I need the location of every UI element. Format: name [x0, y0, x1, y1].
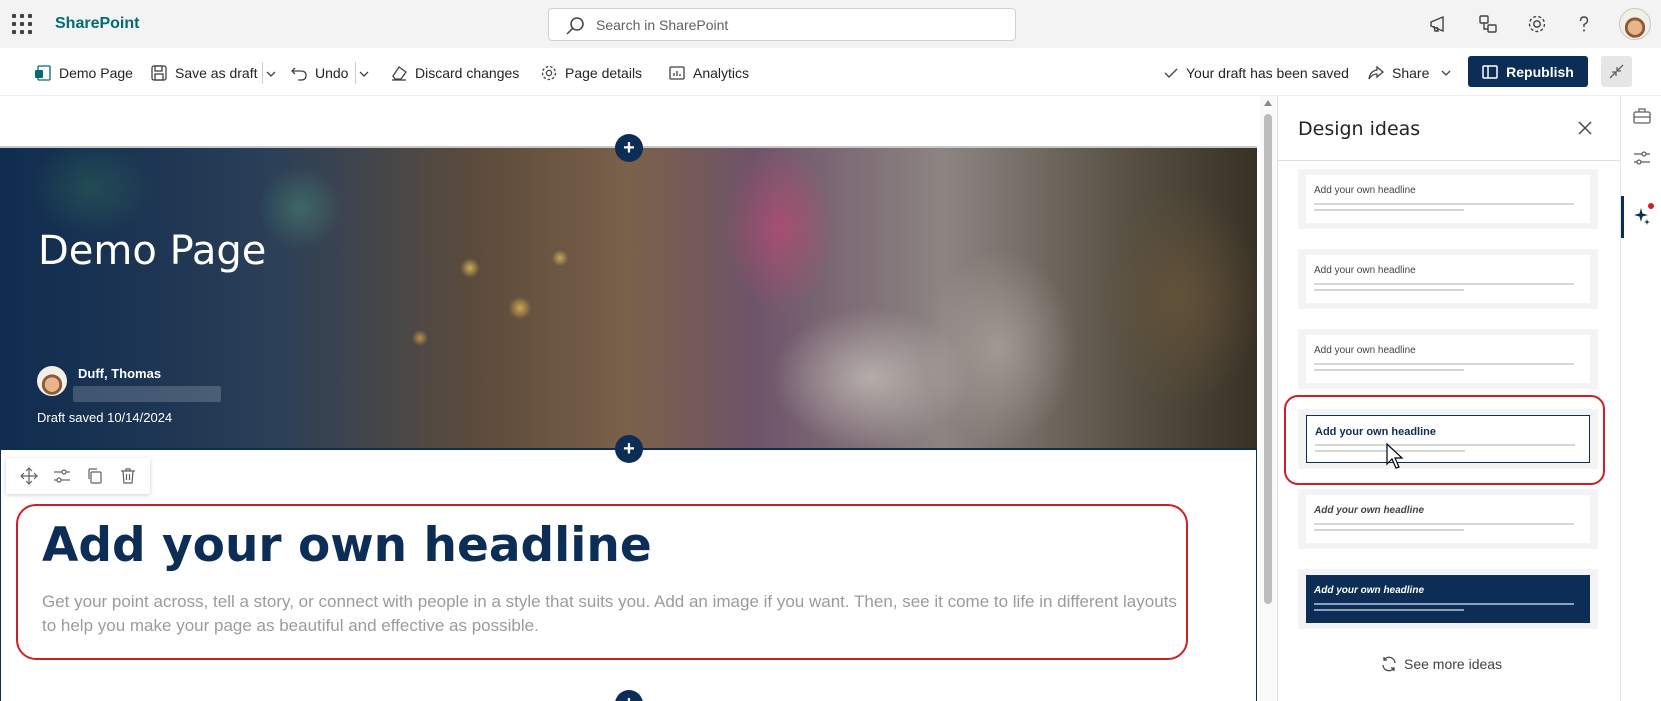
undo-button[interactable]: Undo: [290, 62, 348, 84]
design-idea-option[interactable]: Add your own headline: [1298, 489, 1598, 549]
mouse-cursor-icon: [1386, 442, 1404, 469]
analytics-icon: [669, 66, 685, 80]
app-name[interactable]: SharePoint: [55, 15, 139, 33]
undo-label: Undo: [315, 65, 349, 81]
search-icon: [566, 17, 584, 35]
app-launcher-icon[interactable]: [12, 14, 32, 34]
book-icon: [1482, 64, 1498, 79]
page-canvas: Demo Page Duff, Thomas Draft saved 10/14…: [0, 96, 1257, 701]
right-rail: [1620, 96, 1661, 701]
idea-headline: Add your own headline: [1314, 345, 1416, 356]
design-idea-option[interactable]: Add your own headline: [1298, 169, 1598, 229]
idea-headline: Add your own headline: [1314, 265, 1416, 276]
search-placeholder: Search in SharePoint: [596, 17, 729, 33]
page-name-button[interactable]: Demo Page: [34, 62, 133, 84]
design-idea-option[interactable]: Add your own headline: [1298, 249, 1598, 309]
text-web-part[interactable]: Add your own headline Get your point acr…: [16, 504, 1188, 660]
search-box[interactable]: Search in SharePoint: [548, 8, 1016, 41]
share-icon: [1368, 65, 1385, 80]
see-more-label: See more ideas: [1404, 656, 1503, 672]
command-bar: Demo Page Save as draft Undo Discard cha…: [0, 48, 1661, 96]
notification-dot: [1648, 203, 1654, 209]
properties-icon[interactable]: [1632, 148, 1652, 168]
delete-icon[interactable]: [119, 467, 137, 485]
draft-status: Your draft has been saved: [1163, 62, 1349, 84]
discard-changes-label: Discard changes: [415, 65, 520, 81]
help-icon[interactable]: [1573, 13, 1595, 35]
page-details-button[interactable]: Page details: [540, 62, 642, 84]
user-avatar[interactable]: [1619, 8, 1651, 40]
republish-label: Republish: [1506, 63, 1574, 80]
design-idea-option[interactable]: Add your own headline: [1298, 329, 1598, 389]
hero-image-overlay: [0, 148, 1257, 448]
checkmark-icon: [1164, 68, 1178, 78]
refresh-icon: [1382, 656, 1396, 672]
save-icon: [151, 65, 167, 81]
draft-saved-date: Draft saved 10/14/2024: [37, 410, 173, 425]
discard-changes-button[interactable]: Discard changes: [390, 62, 519, 84]
design-ideas-icon[interactable]: [1632, 206, 1652, 226]
gear-icon: [541, 65, 557, 81]
collapse-button[interactable]: [1601, 56, 1632, 87]
author-avatar: [37, 366, 67, 396]
analytics-button[interactable]: Analytics: [668, 62, 749, 84]
undo-icon: [291, 67, 307, 81]
move-icon[interactable]: [19, 467, 38, 485]
gear-icon[interactable]: [1526, 13, 1548, 35]
page-name-label: Demo Page: [59, 65, 133, 81]
idea-headline: Add your own headline: [1314, 505, 1425, 516]
selected-idea-highlight: [1284, 395, 1605, 485]
save-as-draft-label: Save as draft: [175, 65, 258, 81]
sharepoint-page-icon: [35, 65, 51, 81]
share-button[interactable]: Share: [1367, 62, 1458, 84]
author-name: Duff, Thomas: [78, 366, 162, 381]
see-more-ideas-button[interactable]: See more ideas: [1380, 655, 1502, 673]
chevron-down-icon: [1441, 70, 1451, 76]
idea-headline: Add your own headline: [1314, 585, 1425, 596]
canvas-scrollbar[interactable]: [1260, 96, 1277, 701]
section-toolbar: [6, 458, 150, 494]
title-area[interactable]: Demo Page Duff, Thomas Draft saved 10/14…: [0, 148, 1257, 448]
chevron-down-icon[interactable]: [359, 69, 369, 79]
add-section-button[interactable]: +: [615, 134, 643, 162]
panel-title: Design ideas: [1298, 118, 1421, 140]
edit-properties-icon[interactable]: [53, 467, 71, 485]
author-title-field[interactable]: [73, 386, 221, 402]
republish-button[interactable]: Republish: [1468, 56, 1588, 87]
suite-header: SharePoint Search in SharePoint: [0, 0, 1661, 48]
share-label: Share: [1392, 65, 1430, 81]
close-icon[interactable]: [1575, 118, 1595, 138]
scrollbar-thumb[interactable]: [1264, 114, 1272, 604]
page-details-label: Page details: [565, 65, 643, 81]
scroll-up-icon[interactable]: [1264, 100, 1272, 106]
content-headline[interactable]: Add your own headline: [42, 518, 652, 573]
chevron-down-icon[interactable]: [266, 69, 276, 79]
eraser-icon: [392, 66, 407, 81]
draft-status-label: Your draft has been saved: [1186, 65, 1349, 81]
design-idea-option[interactable]: Add your own headline: [1298, 569, 1598, 629]
collapse-icon: [1609, 64, 1624, 79]
analytics-label: Analytics: [693, 65, 750, 81]
add-section-button[interactable]: +: [615, 435, 643, 463]
toolbox-icon[interactable]: [1632, 106, 1652, 126]
content-body[interactable]: Get your point across, tell a story, or …: [42, 590, 1190, 638]
page-title[interactable]: Demo Page: [38, 228, 266, 274]
save-as-draft-button[interactable]: Save as draft: [150, 62, 258, 84]
duplicate-icon[interactable]: [86, 467, 104, 485]
megaphone-icon[interactable]: [1428, 13, 1450, 35]
share-toggle-icon[interactable]: [1477, 13, 1499, 35]
idea-headline: Add your own headline: [1314, 185, 1416, 196]
